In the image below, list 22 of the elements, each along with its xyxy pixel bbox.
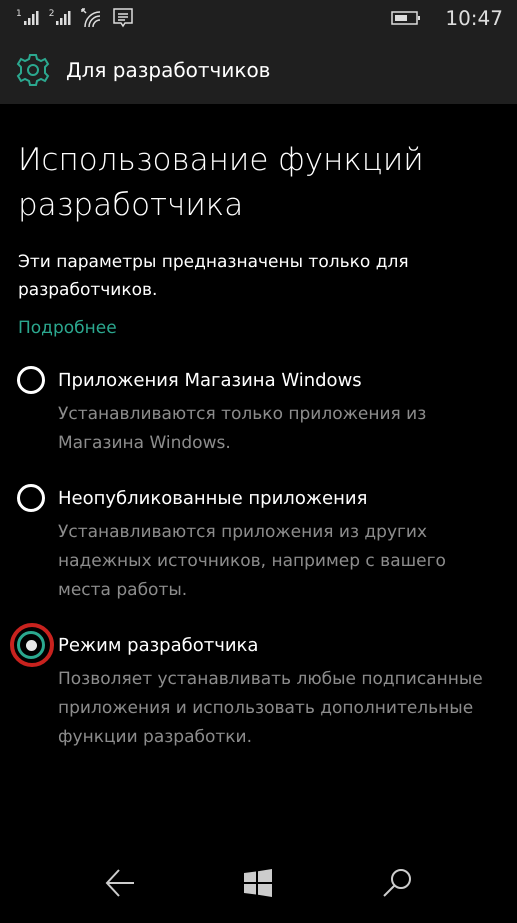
battery-icon (391, 10, 422, 26)
settings-icon (16, 53, 50, 87)
option-label: Неопубликованные приложения (58, 488, 368, 508)
option-label: Режим разработчика (58, 634, 258, 656)
message-icon (113, 8, 134, 28)
more-info-link[interactable]: Подробнее (18, 318, 117, 338)
option-description: Устанавливаются только приложения из Магазина Windows. (57, 403, 428, 455)
clock-time: 10:47 (445, 6, 503, 30)
radio-button[interactable] (17, 631, 45, 659)
page-title: Использование функций разработчика (18, 141, 425, 225)
windows-logo-icon[interactable] (244, 869, 272, 897)
option-description: Устанавливаются приложения из других надежных источников, например с вашего места работы. (57, 521, 447, 602)
signal-icon (22, 10, 39, 26)
page-header-title: Для разработчиков (66, 58, 270, 82)
option-label: Приложения Магазина Windows (58, 370, 362, 390)
sim-number: 1 (16, 10, 22, 19)
option-description: Позволяет устанавливать любые подписанные приложения и использовать дополнительные функции разработки. (57, 668, 484, 749)
search-icon[interactable] (382, 868, 412, 898)
intro-text: Эти параметры предназначены только для разработчиков. (18, 251, 410, 302)
sim-number: 2 (48, 10, 54, 19)
signal-icon (55, 10, 72, 26)
back-icon[interactable] (104, 869, 135, 897)
